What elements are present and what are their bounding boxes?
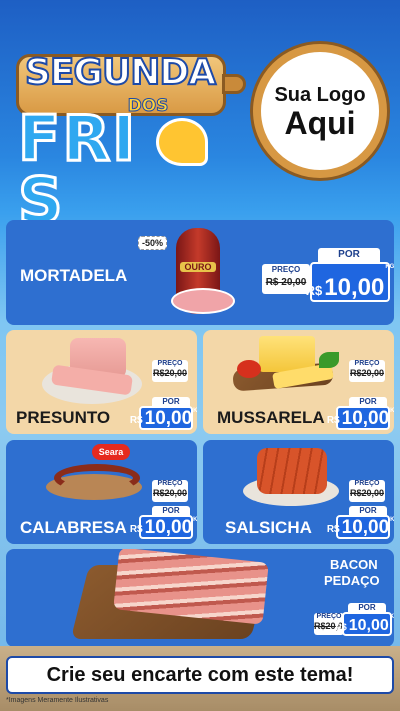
logo-placeholder: Sua Logo Aqui xyxy=(253,44,387,178)
product-card-presunto: PRESUNTO PREÇO R$20,00 POR R$ 10,00 KG xyxy=(6,330,197,434)
product-name-line2: PEDAÇO xyxy=(324,573,380,588)
por-label: POR xyxy=(318,248,380,262)
tomato-icon xyxy=(237,360,261,378)
currency: R$ xyxy=(335,622,347,633)
old-price-value: R$20,00 xyxy=(349,488,385,498)
new-price-value: 10,00 xyxy=(324,274,385,301)
old-price-value: R$20,00 xyxy=(349,368,385,378)
product-card-mussarela: MUSSARELA PREÇO R$20,00 POR R$ 10,00 KG xyxy=(203,330,394,434)
old-price-tag: PREÇO R$20,00 xyxy=(152,480,188,502)
new-price-value: 10,00 xyxy=(144,517,193,538)
product-name: MUSSARELA xyxy=(217,408,325,427)
product-name: PRESUNTO xyxy=(16,408,111,427)
new-price-value: 10,00 xyxy=(341,517,390,538)
disclaimer: *Imagens Meramente Ilustrativas xyxy=(6,697,109,704)
currency: R$ xyxy=(129,415,143,426)
new-price-value: 10,00 xyxy=(348,617,389,634)
basil-icon xyxy=(319,352,339,368)
logo-text-line1: Sua Logo xyxy=(274,83,366,106)
unit-label: KG xyxy=(390,517,394,523)
salsicha-image xyxy=(257,448,327,494)
old-price-tag: PREÇO R$20,00 xyxy=(349,480,385,502)
old-price-label: PREÇO xyxy=(271,265,301,274)
unit-label: KG xyxy=(390,408,394,414)
old-price-tag: PREÇO R$ 20,00 xyxy=(262,264,310,294)
unit-label: KG xyxy=(385,264,394,270)
product-card-salsicha: SALSICHA PREÇO R$20,00 POR R$ 10,00 KG xyxy=(203,440,394,544)
title-segunda: SEGUNDA xyxy=(24,51,217,94)
product-card-mortadela: MORTADELA -50% OURO PREÇO R$ 20,00 POR R… xyxy=(6,220,394,325)
old-price-label: PREÇO xyxy=(354,480,380,487)
old-price-value: R$20,00 xyxy=(152,488,188,498)
old-price-tag: PREÇO R$20,00 xyxy=(349,360,385,382)
old-price-value: R$20,00 xyxy=(152,368,188,378)
new-price-tag: R$ 10,00 KG xyxy=(327,406,394,430)
unit-label: KG xyxy=(389,614,394,620)
old-price-label: PREÇO xyxy=(316,613,342,620)
old-price-tag: PREÇO R$20,00 xyxy=(152,360,188,382)
new-price-value: 10,00 xyxy=(341,408,390,429)
new-price-tag: R$ 10,00 KG xyxy=(335,612,394,636)
currency: R$ xyxy=(326,415,340,426)
new-price-tag: R$ 10,00 KG xyxy=(130,515,197,539)
old-price-label: PREÇO xyxy=(354,360,380,367)
product-name: CALABRESA xyxy=(20,518,127,537)
product-card-bacon: BACON PEDAÇO PREÇO R$20,00 POR R$ 10,00 … xyxy=(6,549,394,647)
cta-banner[interactable]: Crie seu encarte com este tema! xyxy=(6,656,394,694)
cheese-icon xyxy=(156,118,208,166)
product-name: MORTADELA xyxy=(20,266,128,285)
discount-badge: -50% xyxy=(138,236,168,250)
currency: R$ xyxy=(305,282,323,298)
mortadela-slices xyxy=(171,288,235,314)
board-handle xyxy=(222,74,246,94)
unit-label: KG xyxy=(193,408,197,414)
product-name-line1: BACON xyxy=(330,557,378,572)
new-price-value: 10,00 xyxy=(144,408,193,429)
currency: R$ xyxy=(129,524,143,535)
currency: R$ xyxy=(326,524,340,535)
brand-label: OURO xyxy=(180,262,216,272)
product-card-calabresa: Seara CALABRESA PREÇO R$20,00 POR R$ 10,… xyxy=(6,440,197,544)
header: SEGUNDA DOS FRIS Sua Logo Aqui xyxy=(0,0,400,233)
brand-logo: Seara xyxy=(92,444,130,460)
product-name: SALSICHA xyxy=(225,518,312,537)
logo-text-line2: Aqui xyxy=(284,104,356,141)
new-price-tag: R$ 10,00 KG xyxy=(327,515,394,539)
calabresa-image xyxy=(54,464,140,492)
new-price-tag: R$ 10,00 KG xyxy=(306,262,394,302)
old-price-label: PREÇO xyxy=(157,480,183,487)
new-price-tag: R$ 10,00 KG xyxy=(130,406,197,430)
old-price-value: R$ 20,00 xyxy=(265,277,307,288)
unit-label: KG xyxy=(193,517,197,523)
old-price-label: PREÇO xyxy=(157,360,183,367)
